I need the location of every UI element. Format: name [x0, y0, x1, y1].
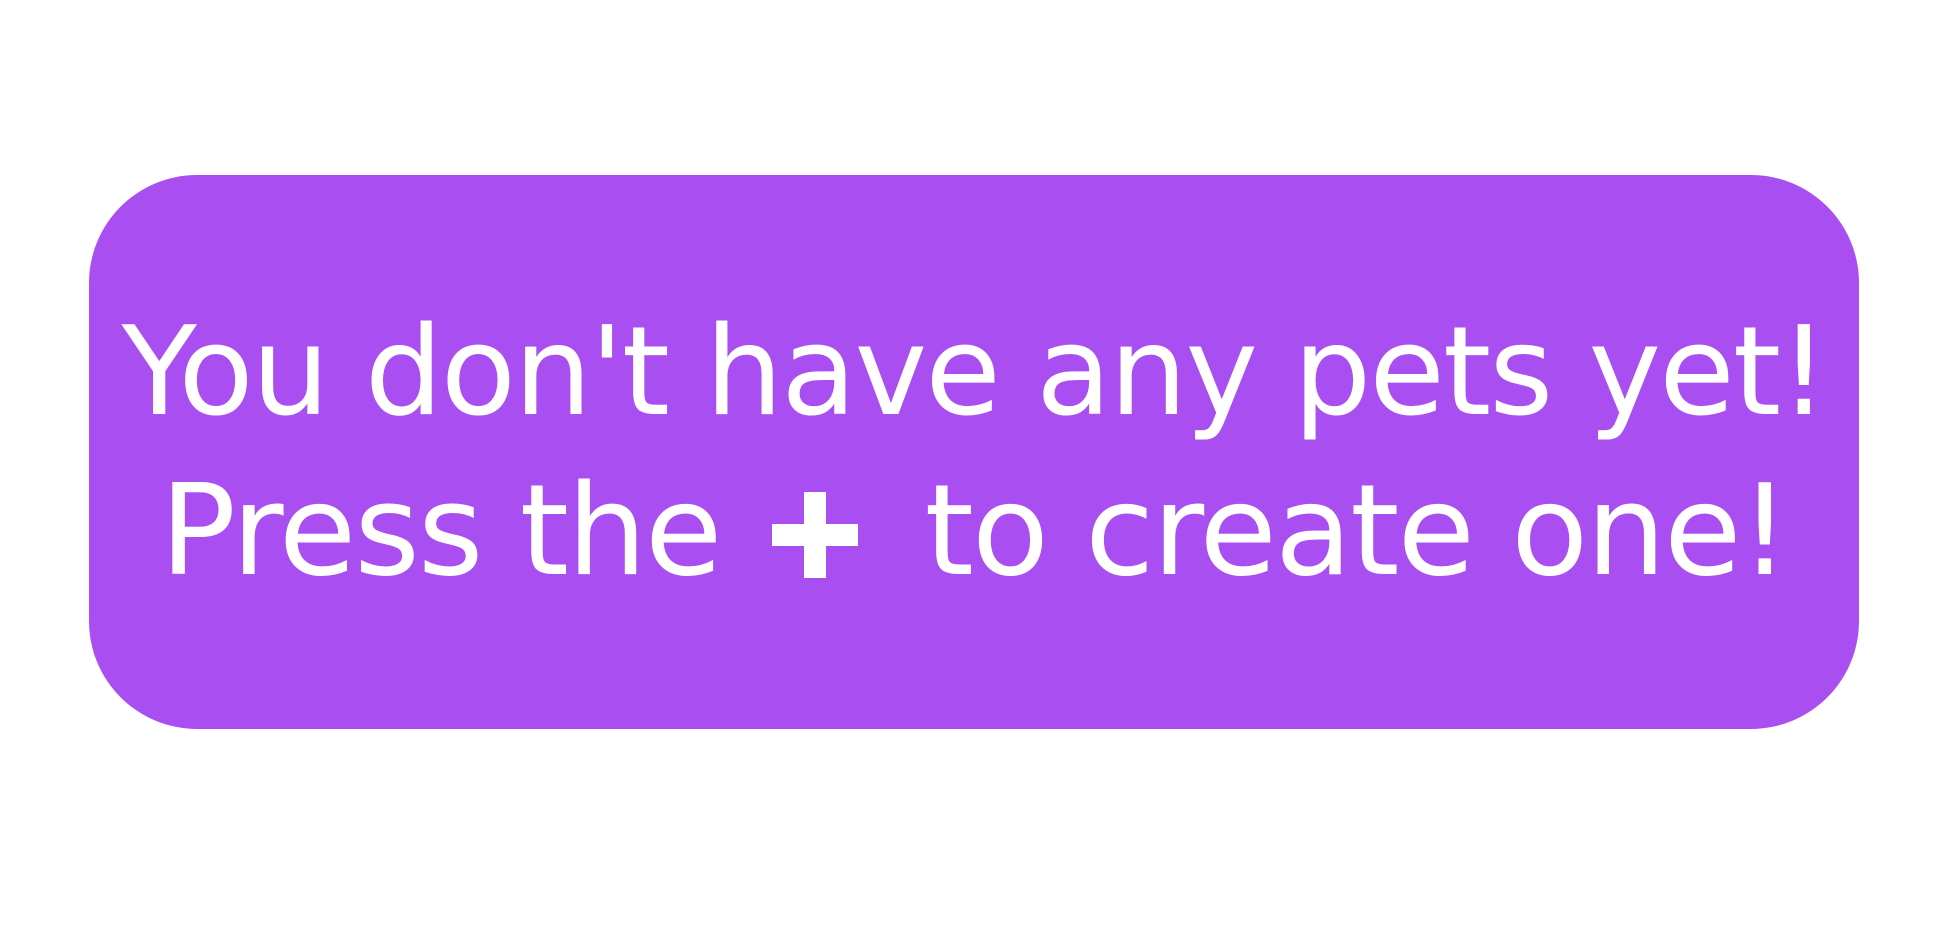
empty-state-line-1: You don't have any pets yet! [121, 300, 1829, 444]
empty-state-line-2-after: to create one! [924, 456, 1791, 604]
empty-state-line-2: Press the to create one! [160, 467, 1790, 594]
empty-state-card: You don't have any pets yet! Press the t… [89, 175, 1859, 729]
plus-icon [772, 491, 859, 578]
empty-state-line-2-before: Press the [159, 456, 722, 604]
